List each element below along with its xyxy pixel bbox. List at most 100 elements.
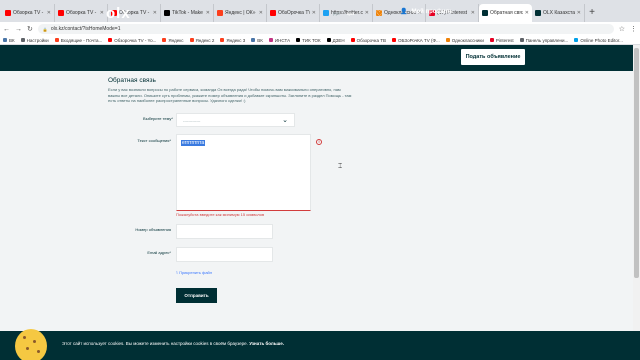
page-body [0,71,640,331]
attach-label: Прикрепить файл [179,270,213,275]
bookmark-item[interactable]: Обзорочка ТВ [350,37,386,43]
close-icon[interactable]: ✕ [100,10,104,16]
close-icon[interactable]: ✕ [525,10,529,16]
browser-toolbar: ← → ↻ 🔒 olx.kz/contact/?isHomeMode=1 ☆ ⋮ [0,22,640,36]
tab-favicon-icon [323,10,329,16]
tab-title: Яндекс | ОК» [225,10,256,16]
reload-icon[interactable]: ↻ [27,25,33,33]
bookmark-item[interactable]: ОБЗоРочКА TV (Ф... [392,38,440,43]
bookmark-label: Обзорочка ТВ [356,37,386,43]
bookmark-item[interactable]: Pinterest [489,38,514,43]
bookmark-label: ВК [257,37,263,43]
user-icon: 👤 [400,9,408,15]
bookmark-item[interactable]: ТИК ТОК [296,38,321,43]
forward-icon[interactable]: → [15,26,22,33]
new-tab-button[interactable]: + [585,4,599,22]
close-icon[interactable]: ✕ [206,10,210,16]
bookmark-favicon-icon [3,38,7,42]
bookmark-item[interactable]: Яндекс [162,38,184,43]
bookmark-label: Обзорочка TV - Yo... [114,37,157,43]
post-ad-button[interactable]: Подать объявление [461,49,525,65]
topic-label: Выберите тему* [143,116,173,121]
tab-title: Обратная связь [490,10,523,16]
browser-tab[interactable]: ОбзОрочка TV ✕ [267,4,320,22]
bookmark-favicon-icon [220,38,225,42]
scrollbar-thumb[interactable] [634,48,639,278]
topic-placeholder: ------------- [183,117,201,123]
profile-link[interactable]: 👤 Мой профиль [400,8,453,16]
ad-number-input[interactable] [176,224,273,239]
page-title: Обратная связь [108,77,156,84]
browser-tab[interactable]: Обратная связь✕ [479,4,532,22]
bookmark-label: Настройки [26,37,49,43]
bookmark-label: Online Photo Editor... [580,37,623,43]
bookmark-favicon-icon [189,38,194,42]
tab-title: Обзорка TV - [13,10,44,16]
bookmark-favicon-icon [251,38,256,42]
close-icon[interactable]: ✕ [47,10,51,16]
browser-tab[interactable]: Обзорка TV - ✕ [55,4,108,22]
bookmark-favicon-icon [296,38,301,42]
bookmark-favicon-icon [350,38,355,42]
bookmark-item[interactable]: Online Photo Editor... [574,38,623,43]
tab-title: ОбзОрочка TV [278,10,310,16]
bookmark-label: Панель управлени... [525,37,569,43]
bookmark-item[interactable]: Одноклассники [445,38,484,43]
bookmark-item[interactable]: Яндекс 2 [189,38,214,43]
submit-button[interactable]: Отправить [176,288,217,303]
message-label: Текст сообщения* [137,138,171,143]
topic-select[interactable]: ------------- ⌄ [176,113,295,127]
profile-label: Мой профиль [411,8,453,15]
olx-logo[interactable]: olx [106,5,131,22]
bookmark-label: ИНСТА [274,37,291,43]
close-icon[interactable]: ✕ [153,10,157,16]
bookmark-favicon-icon [268,38,273,42]
tab-favicon-icon [217,10,223,16]
bookmark-item[interactable]: Обзорочка TV - Yo... [108,38,156,43]
email-input[interactable] [176,247,273,262]
bookmark-favicon-icon [489,38,494,42]
site-header [0,45,640,71]
browser-tab[interactable]: Обзорка TV - ✕ [2,4,55,22]
bookmark-item[interactable]: Панель управлени... [519,37,569,43]
bookmark-item[interactable]: Входящие - Почта... [54,37,103,43]
bookmark-favicon-icon [108,38,113,42]
bookmark-item[interactable]: ВК [3,38,15,43]
back-icon[interactable]: ← [3,26,10,33]
bookmark-item[interactable]: ИНСТА [268,37,291,43]
bookmark-item[interactable]: ВК [251,38,263,43]
error-icon: ! [316,139,322,145]
close-icon[interactable]: ✕ [471,10,475,16]
close-icon[interactable]: ✕ [365,10,369,16]
lang-kz[interactable]: қаз [347,11,354,16]
bookmark-item[interactable]: ДЗЕН [326,38,345,43]
browser-tab[interactable]: OLX Казахстан ✕ [532,4,585,22]
cookie-learn-more-link[interactable]: Узнать больше. [249,341,284,346]
close-icon[interactable]: ✕ [312,10,316,16]
email-label: Email адрес* [147,250,171,255]
bookmark-item[interactable]: Настройки [20,37,49,43]
browser-tab[interactable]: TikTok - Make Y✕ [161,4,214,22]
cookie-icon [15,329,47,360]
attach-file-link[interactable]: ⌇ Прикрепить файл [176,270,212,275]
bookmark-label: Яндекс 3 [226,37,246,43]
ad-number-label: Номер объявления [135,227,171,232]
browser-tab[interactable]: Яндекс | ОК» ✕ [214,4,267,22]
lang-ru[interactable]: рус [333,11,340,16]
bookmark-label: ВК [9,37,15,43]
bookmark-item[interactable]: Яндекс 3 [220,38,245,43]
bookmark-favicon-icon [392,38,396,42]
star-icon[interactable]: ☆ [619,25,625,33]
bookmark-label: Входящие - Почта... [60,37,103,43]
address-bar[interactable]: 🔒 olx.kz/contact/?isHomeMode=1 [37,24,614,34]
bookmark-label: ОБЗоРочКА TV (Ф... [398,37,440,43]
menu-icon[interactable]: ⋮ [630,25,637,33]
close-icon[interactable]: ✕ [259,10,263,16]
message-error: Пожалуйста введите как минимум 15 символ… [176,212,265,217]
close-icon[interactable]: ✕ [577,10,581,16]
intro-text: Если у вас возникли вопросы по работе се… [108,87,352,103]
tab-favicon-icon [164,10,170,16]
tab-favicon-icon [482,10,488,16]
bookmark-favicon-icon [20,38,25,42]
heart-icon[interactable]: ♡ [376,9,383,18]
